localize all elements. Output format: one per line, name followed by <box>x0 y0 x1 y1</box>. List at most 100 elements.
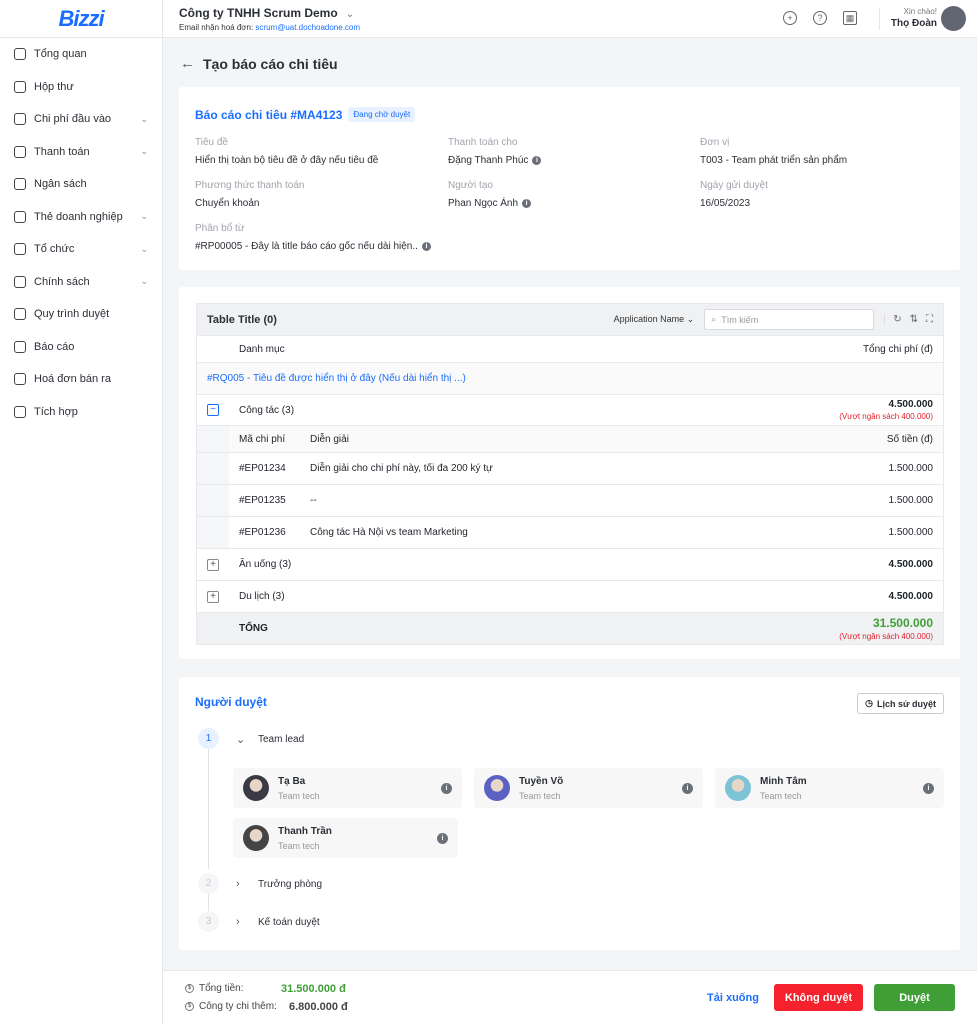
table-row[interactable]: #EP01234 Diễn giải cho chi phí này, tối đ… <box>197 453 943 485</box>
info-field: Tiêu đề Hiển thị toàn bộ tiêu đề ở đây nế… <box>195 137 378 166</box>
approvers-card: Người duyệt ◷ Lịch sử duyệt 1 ⌄ Team lead 2 ›… <box>179 677 960 950</box>
help-icon[interactable]: ? <box>813 11 827 25</box>
column-header-desc: Diễn giải <box>310 433 349 445</box>
search-input[interactable]: ⌕ Tìm kiếm <box>704 309 875 330</box>
total-row: TỔNG 31.500.000 (Vượt ngân sách 400.000) <box>197 613 943 644</box>
bizzi-logo[interactable]: Bizzi <box>0 0 162 38</box>
field-label: Đơn vị <box>700 137 730 148</box>
footer-bar: $ Tổng tiền: 31.500.000 đ $ Công ty chi thê… <box>163 970 977 1024</box>
sidebar-item[interactable]: Tích hợp <box>0 396 162 429</box>
approver-card[interactable]: Thanh Trần Team tech i <box>233 818 458 858</box>
fullscreen-icon[interactable]: ⛶ <box>926 314 933 325</box>
field-label: Phương thức thanh toán <box>195 180 305 191</box>
info-icon[interactable]: i <box>923 782 934 794</box>
info-icon[interactable]: i <box>437 832 448 844</box>
add-icon[interactable]: + <box>783 11 797 25</box>
sidebar-item[interactable]: Thẻ doanh nghiệp ⌄ <box>0 201 162 234</box>
back-arrow-icon[interactable]: ← <box>180 55 195 72</box>
approver-card[interactable]: Tạ Ba Team tech i <box>233 768 462 808</box>
sidebar-item[interactable]: Thanh toán ⌄ <box>0 136 162 169</box>
info-icon[interactable]: i <box>421 242 431 251</box>
sidebar-item[interactable]: Chính sách ⌄ <box>0 266 162 299</box>
page-title-text: Tạo báo cáo chi tiêu <box>203 55 338 72</box>
sub-table-header: Mã chi phí Diễn giải Số tiền (đ) <box>197 426 943 453</box>
step-toggle[interactable]: › Kế toán duyệt <box>236 916 320 928</box>
table-row: − Công tác (3) 4.500.000 (Vượt ngân sách 40… <box>197 395 943 426</box>
avatar[interactable] <box>941 6 966 31</box>
avatar <box>484 775 510 801</box>
avatar <box>243 825 269 851</box>
over-budget: (Vượt ngân sách 400.000) <box>839 412 933 421</box>
sidebar-item[interactable]: Ngân sách <box>0 168 162 201</box>
reject-button[interactable]: Không duyệt <box>774 984 863 1011</box>
expand-icon[interactable]: + <box>207 590 219 603</box>
field-value: Đặng Thanh Phúc <box>448 155 529 166</box>
field-label: Người tạo <box>448 180 493 191</box>
group-amount: 4.500.000 <box>888 591 934 602</box>
gear-icon <box>14 405 26 418</box>
approver-team: Team tech <box>519 790 561 801</box>
expense-amount: 1.500.000 <box>888 463 934 474</box>
step-label: Trưởng phòng <box>258 878 323 890</box>
approval-history-button[interactable]: ◷ Lịch sử duyệt <box>857 693 944 714</box>
approver-card[interactable]: Tuyền Võ Team tech i <box>474 768 703 808</box>
info-field: Đơn vị T003 - Team phát triển sản phẩm <box>700 137 847 166</box>
approve-button[interactable]: Duyệt <box>874 984 955 1011</box>
column-header-total: Tổng chi phí (đ) <box>862 343 933 355</box>
collapse-icon[interactable]: − <box>207 404 219 416</box>
table-row[interactable]: #EP01235 -- 1.500.000 <box>197 485 943 517</box>
sidebar-item[interactable]: Chi phí đầu vào ⌄ <box>0 103 162 136</box>
expand-icon[interactable]: + <box>207 558 219 571</box>
payment-icon <box>14 145 26 158</box>
chevron-down-icon: ⌄ <box>140 243 148 254</box>
approver-card[interactable]: Minh Tâm Team tech i <box>715 768 944 808</box>
column-settings-icon[interactable]: ⇅ <box>910 314 918 325</box>
sidebar-item[interactable]: Tổ chức ⌄ <box>0 233 162 266</box>
expense-amount: 1.500.000 <box>888 495 934 506</box>
download-button[interactable]: Tải xuống <box>698 984 768 1011</box>
step-label: Team lead <box>258 734 305 745</box>
info-icon[interactable]: i <box>682 782 693 794</box>
chevron-down-icon: ⌄ <box>140 276 148 287</box>
search-placeholder: Tìm kiếm <box>721 314 759 325</box>
field-label: Ngày gửi duyệt <box>700 180 768 191</box>
step-toggle[interactable]: ⌄ Team lead <box>236 733 304 746</box>
table-row: + Du lịch (3) 4.500.000 <box>197 581 943 613</box>
email-link[interactable]: scrum@uat.dochoadone.com <box>255 23 360 32</box>
avatar <box>725 775 751 801</box>
refresh-icon[interactable]: ↻ <box>893 314 901 325</box>
sidebar-item-label: Hoá đơn bán ra <box>34 373 111 386</box>
history-label: Lịch sử duyệt <box>876 698 936 709</box>
field-label: Tiêu đề <box>195 137 228 148</box>
approver-name: Minh Tâm <box>760 775 807 787</box>
sidebar-item[interactable]: Hoá đơn bán ra <box>0 363 162 396</box>
expense-amount: 1.500.000 <box>888 527 934 538</box>
step-toggle[interactable]: › Trưởng phòng <box>236 878 322 890</box>
approver-team: Team tech <box>760 790 802 801</box>
total-amount: 31.500.000 <box>872 616 933 630</box>
group-name: Du lịch (3) <box>239 591 285 602</box>
sidebar-item[interactable]: Quy trình duyệt <box>0 298 162 331</box>
expense-table-card: Table Title (0) Application Name ⌄ ⌕ Tìm ki… <box>179 287 960 659</box>
sidebar-item[interactable]: Hộp thư <box>0 71 162 104</box>
step-number: 1 <box>198 728 219 749</box>
chevron-down-icon: ⌄ <box>236 734 246 746</box>
company-selector[interactable]: Công ty TNHH Scrum Demo ⌄ <box>179 6 354 20</box>
info-icon[interactable]: i <box>441 782 452 794</box>
field-label: Thanh toán cho <box>448 137 518 148</box>
expense-code: #EP01234 <box>239 463 286 474</box>
table-row[interactable]: #EP01236 Công tác Hà Nội vs team Marketin… <box>197 517 943 549</box>
application-filter[interactable]: Application Name ⌄ <box>614 314 695 325</box>
chevron-right-icon: › <box>236 878 240 890</box>
workflow-icon <box>14 308 26 321</box>
info-icon[interactable]: i <box>522 199 532 208</box>
upload-icon <box>14 373 26 386</box>
report-info-card: Báo cáo chi tiêu #MA4123 Đang chờ duyệt T… <box>179 87 960 270</box>
policy-icon <box>14 275 26 288</box>
sidebar-item[interactable]: Báo cáo <box>0 331 162 364</box>
sidebar-item[interactable]: Tổng quan <box>0 38 162 71</box>
total-amount: 31.500.000 đ <box>281 982 346 995</box>
request-link[interactable]: #RQ005 - Tiêu đề được hiển thị ở đây (Nế… <box>197 373 466 384</box>
apps-grid-icon[interactable]: ▦ <box>843 11 857 25</box>
info-icon[interactable]: i <box>532 156 542 165</box>
